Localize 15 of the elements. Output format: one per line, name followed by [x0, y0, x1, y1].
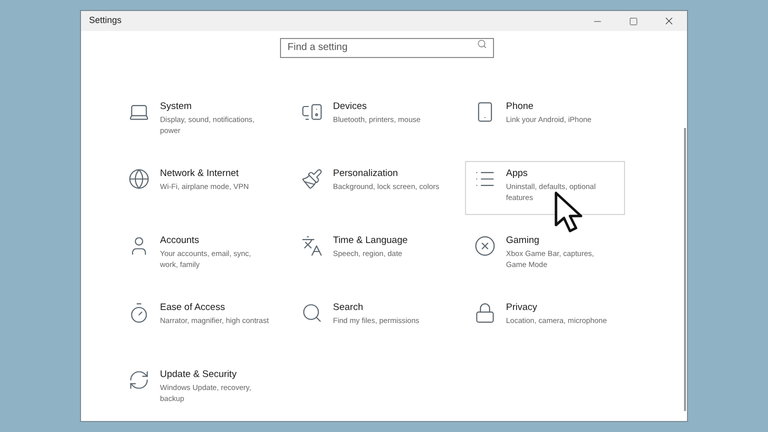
devices-icon: [301, 101, 323, 123]
search-field[interactable]: Find a setting: [280, 38, 494, 58]
search-icon: [476, 39, 486, 49]
paintbrush-icon: [301, 168, 323, 190]
timer-icon: [128, 302, 150, 324]
maximize-icon: [628, 16, 638, 26]
lock-icon: [474, 302, 496, 324]
search-icon: [301, 302, 323, 324]
scrollbar[interactable]: [684, 128, 686, 411]
globe-icon: [128, 168, 150, 190]
close-icon: [663, 15, 675, 27]
window-title: Settings: [89, 14, 122, 28]
sync-icon: [128, 369, 150, 391]
circle-x-icon: [474, 235, 496, 257]
language-icon: [301, 235, 323, 257]
